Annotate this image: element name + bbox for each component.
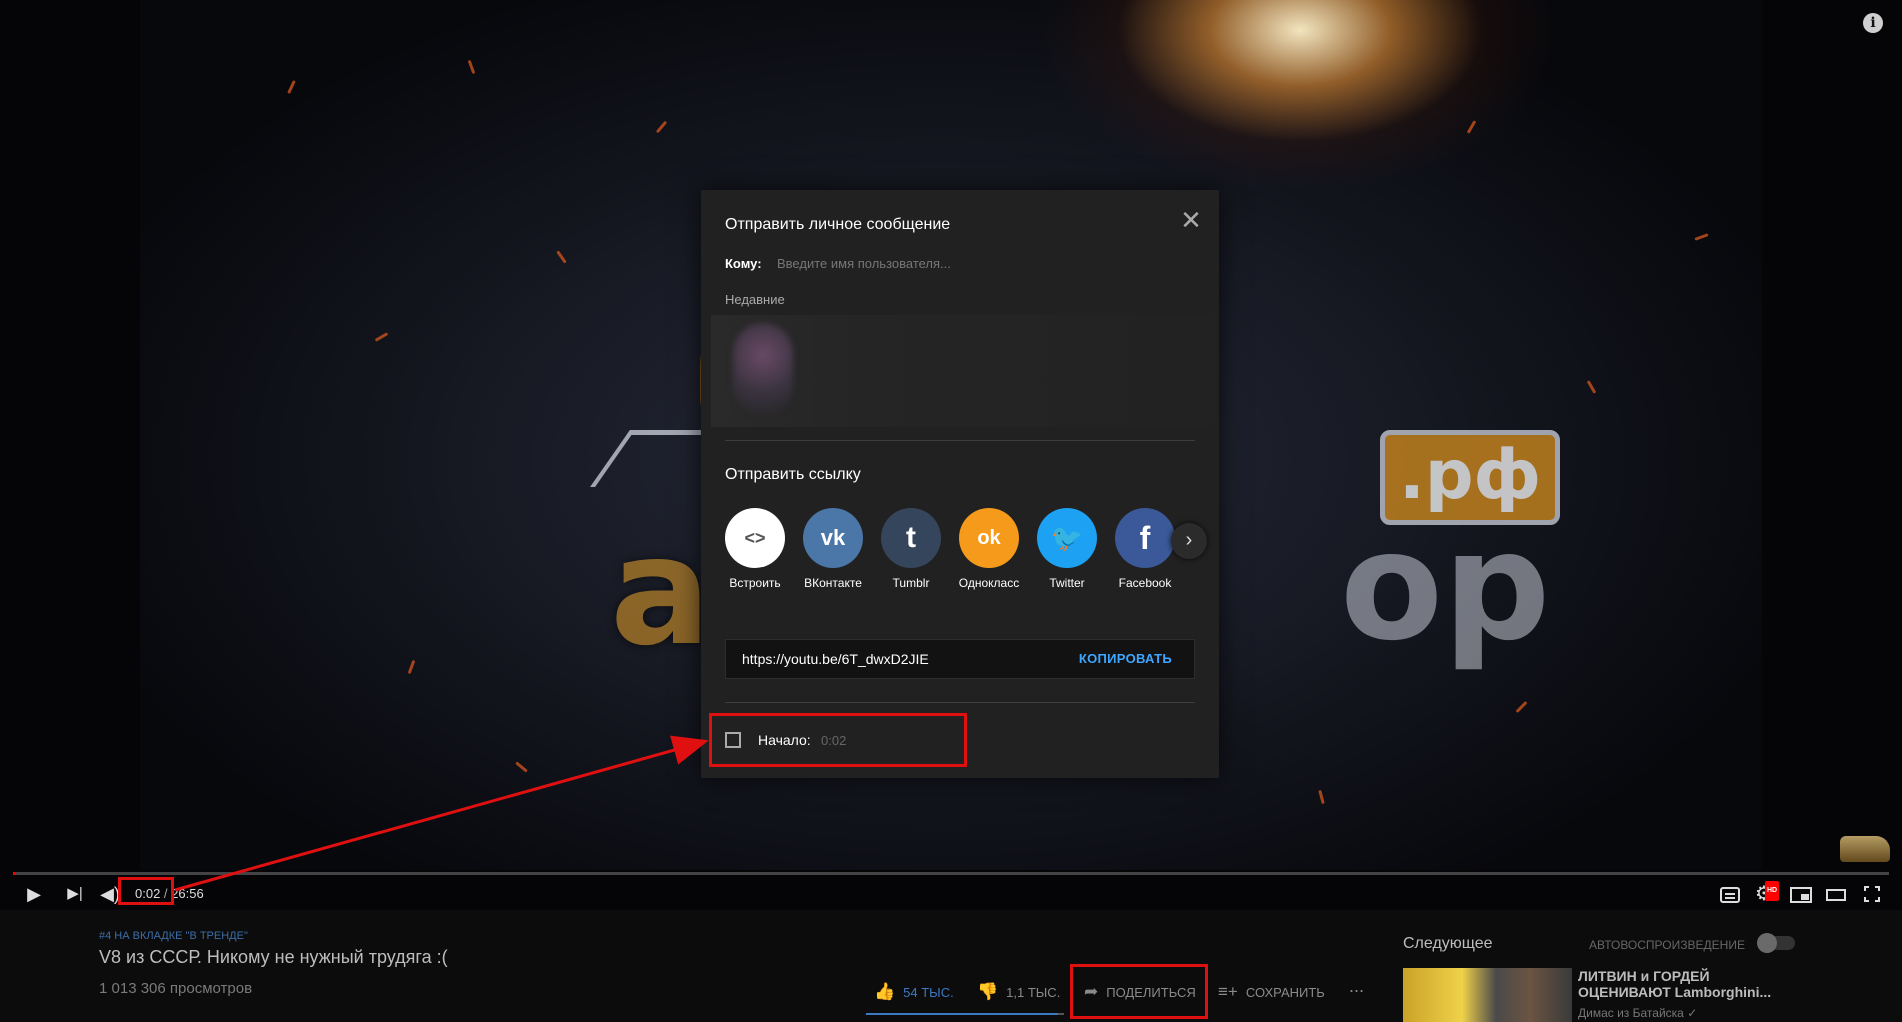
recommendation-title[interactable]: ЛИТВИН и ГОРДЕЙ ОЦЕНИВАЮТ Lamborghini... <box>1578 968 1788 1000</box>
up-next-heading: Следующее <box>1403 935 1493 952</box>
spark-decoration <box>1515 700 1528 714</box>
like-ratio-bar <box>866 1013 1058 1015</box>
video-info-section: #4 НА ВКЛАДКЕ "В ТРЕНДЕ" V8 из СССР. Ник… <box>0 910 1902 1022</box>
share-target-label: Facebook <box>1118 576 1172 590</box>
share-button-highlight <box>1070 964 1208 1019</box>
dislike-ratio-bar <box>1058 1013 1064 1015</box>
spark-decoration <box>1466 120 1477 134</box>
share-target-label: Однокласс <box>958 576 1020 590</box>
share-url-box[interactable]: https://youtu.be/6T_dwxD2JIE КОПИРОВАТЬ <box>725 639 1195 679</box>
dislike-button[interactable]: 👎 1,1 ТЫС. <box>977 982 1060 1002</box>
duration: 26:56 <box>171 886 204 901</box>
trending-link[interactable]: #4 НА ВКЛАДКЕ "В ТРЕНДЕ" <box>99 930 248 942</box>
thumbs-up-icon: 👍 <box>874 982 896 1001</box>
share-target-tumblr[interactable]: t Tumblr <box>872 508 950 590</box>
odnoklassniki-icon: ok <box>959 508 1019 568</box>
save-label: СОХРАНИТЬ <box>1245 984 1325 1000</box>
play-icon[interactable]: ▶ <box>22 882 46 906</box>
facebook-icon: f <box>1115 508 1175 568</box>
progress-played <box>13 872 16 875</box>
channel-logo-rf: .рф <box>1380 430 1560 525</box>
view-count: 1 013 306 просмотров <box>99 980 253 997</box>
share-target-label: Встроить <box>729 576 781 590</box>
tumblr-icon: t <box>881 508 941 568</box>
share-target-twitter[interactable]: 🐦 Twitter <box>1028 508 1106 590</box>
share-url[interactable]: https://youtu.be/6T_dwxD2JIE <box>742 651 929 667</box>
share-target-label: ВКонтакте <box>804 576 862 590</box>
thumbs-down-icon: 👎 <box>977 982 999 1001</box>
share-dialog: Отправить личное сообщение ✕ Кому: Недав… <box>701 190 1219 778</box>
fullscreen-icon[interactable] <box>1864 886 1880 902</box>
twitter-icon: 🐦 <box>1037 508 1097 568</box>
spark-decoration <box>655 120 668 134</box>
spark-decoration <box>1318 789 1325 805</box>
share-target-label: Twitter <box>1049 576 1085 590</box>
recent-contacts-label: Недавние <box>725 292 785 307</box>
player-controls: ▶ ▶| ◀) 0:02 / 26:56 ⚙ HD <box>0 878 1902 910</box>
more-actions-button[interactable]: ... <box>1349 976 1364 997</box>
channel-logo-text-right: ор <box>1340 500 1551 674</box>
time-highlight-box <box>118 877 174 905</box>
share-target-embed[interactable]: <> Встроить <box>716 508 794 590</box>
send-link-heading: Отправить ссылку <box>725 466 861 483</box>
progress-bar[interactable] <box>13 872 1889 875</box>
spark-decoration <box>1586 380 1597 394</box>
verified-icon: ✓ <box>1687 1006 1698 1020</box>
recent-contacts-list <box>711 315 1209 427</box>
autoplay-label: АВТОВОСПРОИЗВЕДЕНИЕ <box>1589 938 1745 952</box>
spark-decoration <box>515 761 528 773</box>
autoplay-toggle[interactable] <box>1757 933 1795 953</box>
share-target-label: Tumblr <box>892 576 930 590</box>
recipient-label: Кому: <box>725 256 762 271</box>
theater-icon[interactable] <box>1826 889 1846 901</box>
spark-decoration <box>1694 233 1709 241</box>
info-icon[interactable]: i <box>1863 13 1883 33</box>
divider <box>725 702 1195 703</box>
next-icon[interactable]: ▶| <box>63 882 87 906</box>
dislike-count: 1,1 ТЫС. <box>1006 984 1061 1000</box>
save-button[interactable]: ≡+ СОХРАНИТЬ <box>1218 982 1325 1002</box>
spark-decoration <box>287 80 296 94</box>
close-icon[interactable]: ✕ <box>1179 207 1203 233</box>
autoplay-toggle-knob <box>1757 933 1777 953</box>
copy-button[interactable]: КОПИРОВАТЬ <box>1079 651 1172 666</box>
settings-icon[interactable]: ⚙ HD <box>1752 881 1780 904</box>
embed-icon: <> <box>725 508 785 568</box>
like-button[interactable]: 👍 54 ТЫС. <box>874 982 954 1002</box>
spark-decoration <box>407 659 416 675</box>
share-targets-row: <> Встроить vk ВКонтакте t Tumblr ok Одн… <box>725 508 1207 598</box>
playlist-add-icon: ≡+ <box>1218 982 1238 1001</box>
hd-badge: HD <box>1765 881 1780 901</box>
start-at-highlight-box <box>709 713 967 767</box>
spark-decoration <box>556 250 567 264</box>
like-count: 54 ТЫС. <box>903 984 954 1000</box>
recommendation-channel[interactable]: Димас из Батайска ✓ <box>1578 1006 1697 1020</box>
recent-contact-avatar[interactable] <box>733 323 793 415</box>
share-target-odnoklassniki[interactable]: ok Однокласс <box>950 508 1028 590</box>
spark-decoration <box>467 59 476 75</box>
spark-decoration <box>374 332 389 342</box>
vk-icon: vk <box>803 508 863 568</box>
share-target-vk[interactable]: vk ВКонтакте <box>794 508 872 590</box>
subtitles-icon[interactable] <box>1720 887 1740 903</box>
channel-watermark[interactable] <box>1840 836 1890 862</box>
video-title: V8 из СССР. Никому не нужный трудяга :( <box>99 947 448 967</box>
chevron-right-icon[interactable]: › <box>1171 523 1207 559</box>
recommendation-channel-name: Димас из Батайска <box>1578 1006 1684 1020</box>
recommendation-thumbnail[interactable] <box>1403 968 1572 1022</box>
recipient-input[interactable] <box>775 250 1199 276</box>
dialog-title: Отправить личное сообщение <box>725 216 951 233</box>
miniplayer-icon[interactable] <box>1790 887 1812 903</box>
divider <box>725 440 1195 441</box>
